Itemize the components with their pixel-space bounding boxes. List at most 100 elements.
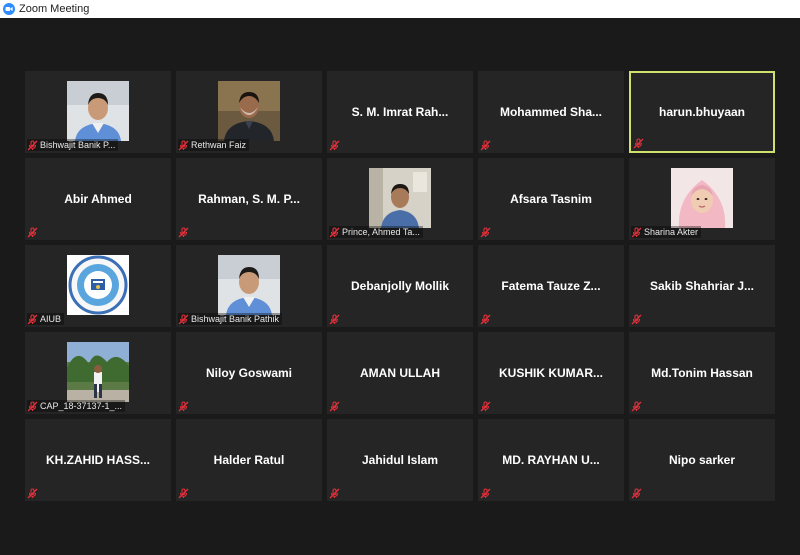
participant-footer <box>480 226 494 238</box>
participant-footer: Bishwajit Banik P... <box>27 139 119 151</box>
participant-name: Prince, Ahmed Ta... <box>342 227 420 237</box>
participant-footer <box>329 139 343 151</box>
participant-tile[interactable]: Sakib Shahriar J... <box>629 245 775 327</box>
muted-mic-icon <box>329 139 340 150</box>
muted-mic-icon <box>27 400 38 411</box>
muted-mic-icon <box>480 400 491 411</box>
participant-footer <box>633 137 647 149</box>
participant-name: Nipo sarker <box>668 453 736 467</box>
muted-mic-icon <box>27 139 38 150</box>
participant-name: Sharina Akter <box>644 227 699 237</box>
participant-video <box>218 81 280 141</box>
muted-mic-icon <box>178 139 189 150</box>
participant-tile[interactable]: Bishwajit Banik Pathik <box>176 245 322 327</box>
participant-tile[interactable]: Mohammed Sha... <box>478 71 624 153</box>
participant-footer <box>480 487 494 499</box>
participant-name: Halder Ratul <box>213 453 285 467</box>
muted-mic-icon <box>178 313 189 324</box>
participant-footer <box>329 400 343 412</box>
participant-tile[interactable]: Sharina Akter <box>629 158 775 240</box>
participant-footer: Sharina Akter <box>631 226 702 238</box>
participant-footer: Rethwan Faiz <box>178 139 250 151</box>
participant-name: CAP_18-37137-1_... <box>40 401 123 411</box>
gallery-grid: Bishwajit Banik P... Rethwan Faiz S. M. I… <box>25 71 779 505</box>
participant-tile[interactable]: S. M. Imrat Rah... <box>327 71 473 153</box>
participant-name: Rahman, S. M. P... <box>198 192 300 206</box>
participant-tile[interactable]: AIUB <box>25 245 171 327</box>
participant-footer <box>480 139 494 151</box>
participant-name: KUSHIK KUMAR... <box>499 366 603 380</box>
participant-name: MD. RAYHAN U... <box>502 453 600 467</box>
participant-name: Niloy Goswami <box>205 366 293 380</box>
participant-video <box>218 255 280 315</box>
participant-footer <box>480 400 494 412</box>
muted-mic-icon <box>480 313 491 324</box>
participant-tile[interactable]: Halder Ratul <box>176 419 322 501</box>
muted-mic-icon <box>178 487 189 498</box>
participant-name: Sakib Shahriar J... <box>649 279 755 293</box>
participant-tile[interactable]: Fatema Tauze Z... <box>478 245 624 327</box>
muted-mic-icon <box>27 487 38 498</box>
participant-footer <box>480 313 494 325</box>
muted-mic-icon <box>329 400 340 411</box>
participant-tile[interactable]: Rahman, S. M. P... <box>176 158 322 240</box>
muted-mic-icon <box>329 313 340 324</box>
participant-tile[interactable]: harun.bhuyaan <box>629 71 775 153</box>
participant-tile[interactable]: Nipo sarker <box>629 419 775 501</box>
participant-name: KH.ZAHID HASS... <box>45 453 150 467</box>
participant-footer <box>631 313 645 325</box>
aiub-logo-image <box>67 255 129 315</box>
participant-tile[interactable]: Rethwan Faiz <box>176 71 322 153</box>
participant-name: Abir Ahmed <box>64 192 132 206</box>
muted-mic-icon <box>329 226 340 237</box>
participant-name: Debanjolly Mollik <box>350 279 449 293</box>
participant-tile[interactable]: CAP_18-37137-1_... <box>25 332 171 414</box>
muted-mic-icon <box>631 400 642 411</box>
participant-name: Rethwan Faiz <box>191 140 247 150</box>
muted-mic-icon <box>480 139 491 150</box>
muted-mic-icon <box>631 226 642 237</box>
participant-video <box>67 342 129 402</box>
participant-tile[interactable]: Debanjolly Mollik <box>327 245 473 327</box>
participant-tile[interactable]: KUSHIK KUMAR... <box>478 332 624 414</box>
participant-tile[interactable]: AMAN ULLAH <box>327 332 473 414</box>
participant-tile[interactable]: Abir Ahmed <box>25 158 171 240</box>
muted-mic-icon <box>633 137 644 148</box>
participant-name: S. M. Imrat Rah... <box>351 105 449 119</box>
meeting-stage: Bishwajit Banik P... Rethwan Faiz S. M. I… <box>0 18 800 555</box>
participant-name: Jahidul Islam <box>361 453 439 467</box>
participant-footer <box>27 226 41 238</box>
participant-tile[interactable]: Md.Tonim Hassan <box>629 332 775 414</box>
zoom-logo-icon <box>3 3 15 15</box>
participant-tile[interactable]: MD. RAYHAN U... <box>478 419 624 501</box>
muted-mic-icon <box>631 487 642 498</box>
participant-footer <box>631 487 645 499</box>
participant-tile[interactable]: Prince, Ahmed Ta... <box>327 158 473 240</box>
participant-footer <box>27 487 41 499</box>
participant-name: Bishwajit Banik Pathik <box>191 314 280 324</box>
muted-mic-icon <box>631 313 642 324</box>
participant-video <box>67 81 129 141</box>
muted-mic-icon <box>480 226 491 237</box>
participant-footer: Bishwajit Banik Pathik <box>178 313 283 325</box>
participant-footer <box>631 400 645 412</box>
participant-name: AIUB <box>40 314 62 324</box>
participant-name: Afsara Tasnim <box>510 192 592 206</box>
participant-footer <box>178 226 192 238</box>
muted-mic-icon <box>178 226 189 237</box>
window-title: Zoom Meeting <box>19 3 90 15</box>
muted-mic-icon <box>27 226 38 237</box>
participant-tile[interactable]: Niloy Goswami <box>176 332 322 414</box>
muted-mic-icon <box>329 487 340 498</box>
participant-name: AMAN ULLAH <box>360 366 440 380</box>
participant-tile[interactable]: Jahidul Islam <box>327 419 473 501</box>
participant-footer <box>329 313 343 325</box>
participant-name: Bishwajit Banik P... <box>40 140 116 150</box>
participant-tile[interactable]: KH.ZAHID HASS... <box>25 419 171 501</box>
participant-footer <box>329 487 343 499</box>
participant-footer <box>178 400 192 412</box>
participant-name: Md.Tonim Hassan <box>651 366 753 380</box>
participant-footer: CAP_18-37137-1_... <box>27 400 126 412</box>
participant-tile[interactable]: Bishwajit Banik P... <box>25 71 171 153</box>
participant-tile[interactable]: Afsara Tasnim <box>478 158 624 240</box>
